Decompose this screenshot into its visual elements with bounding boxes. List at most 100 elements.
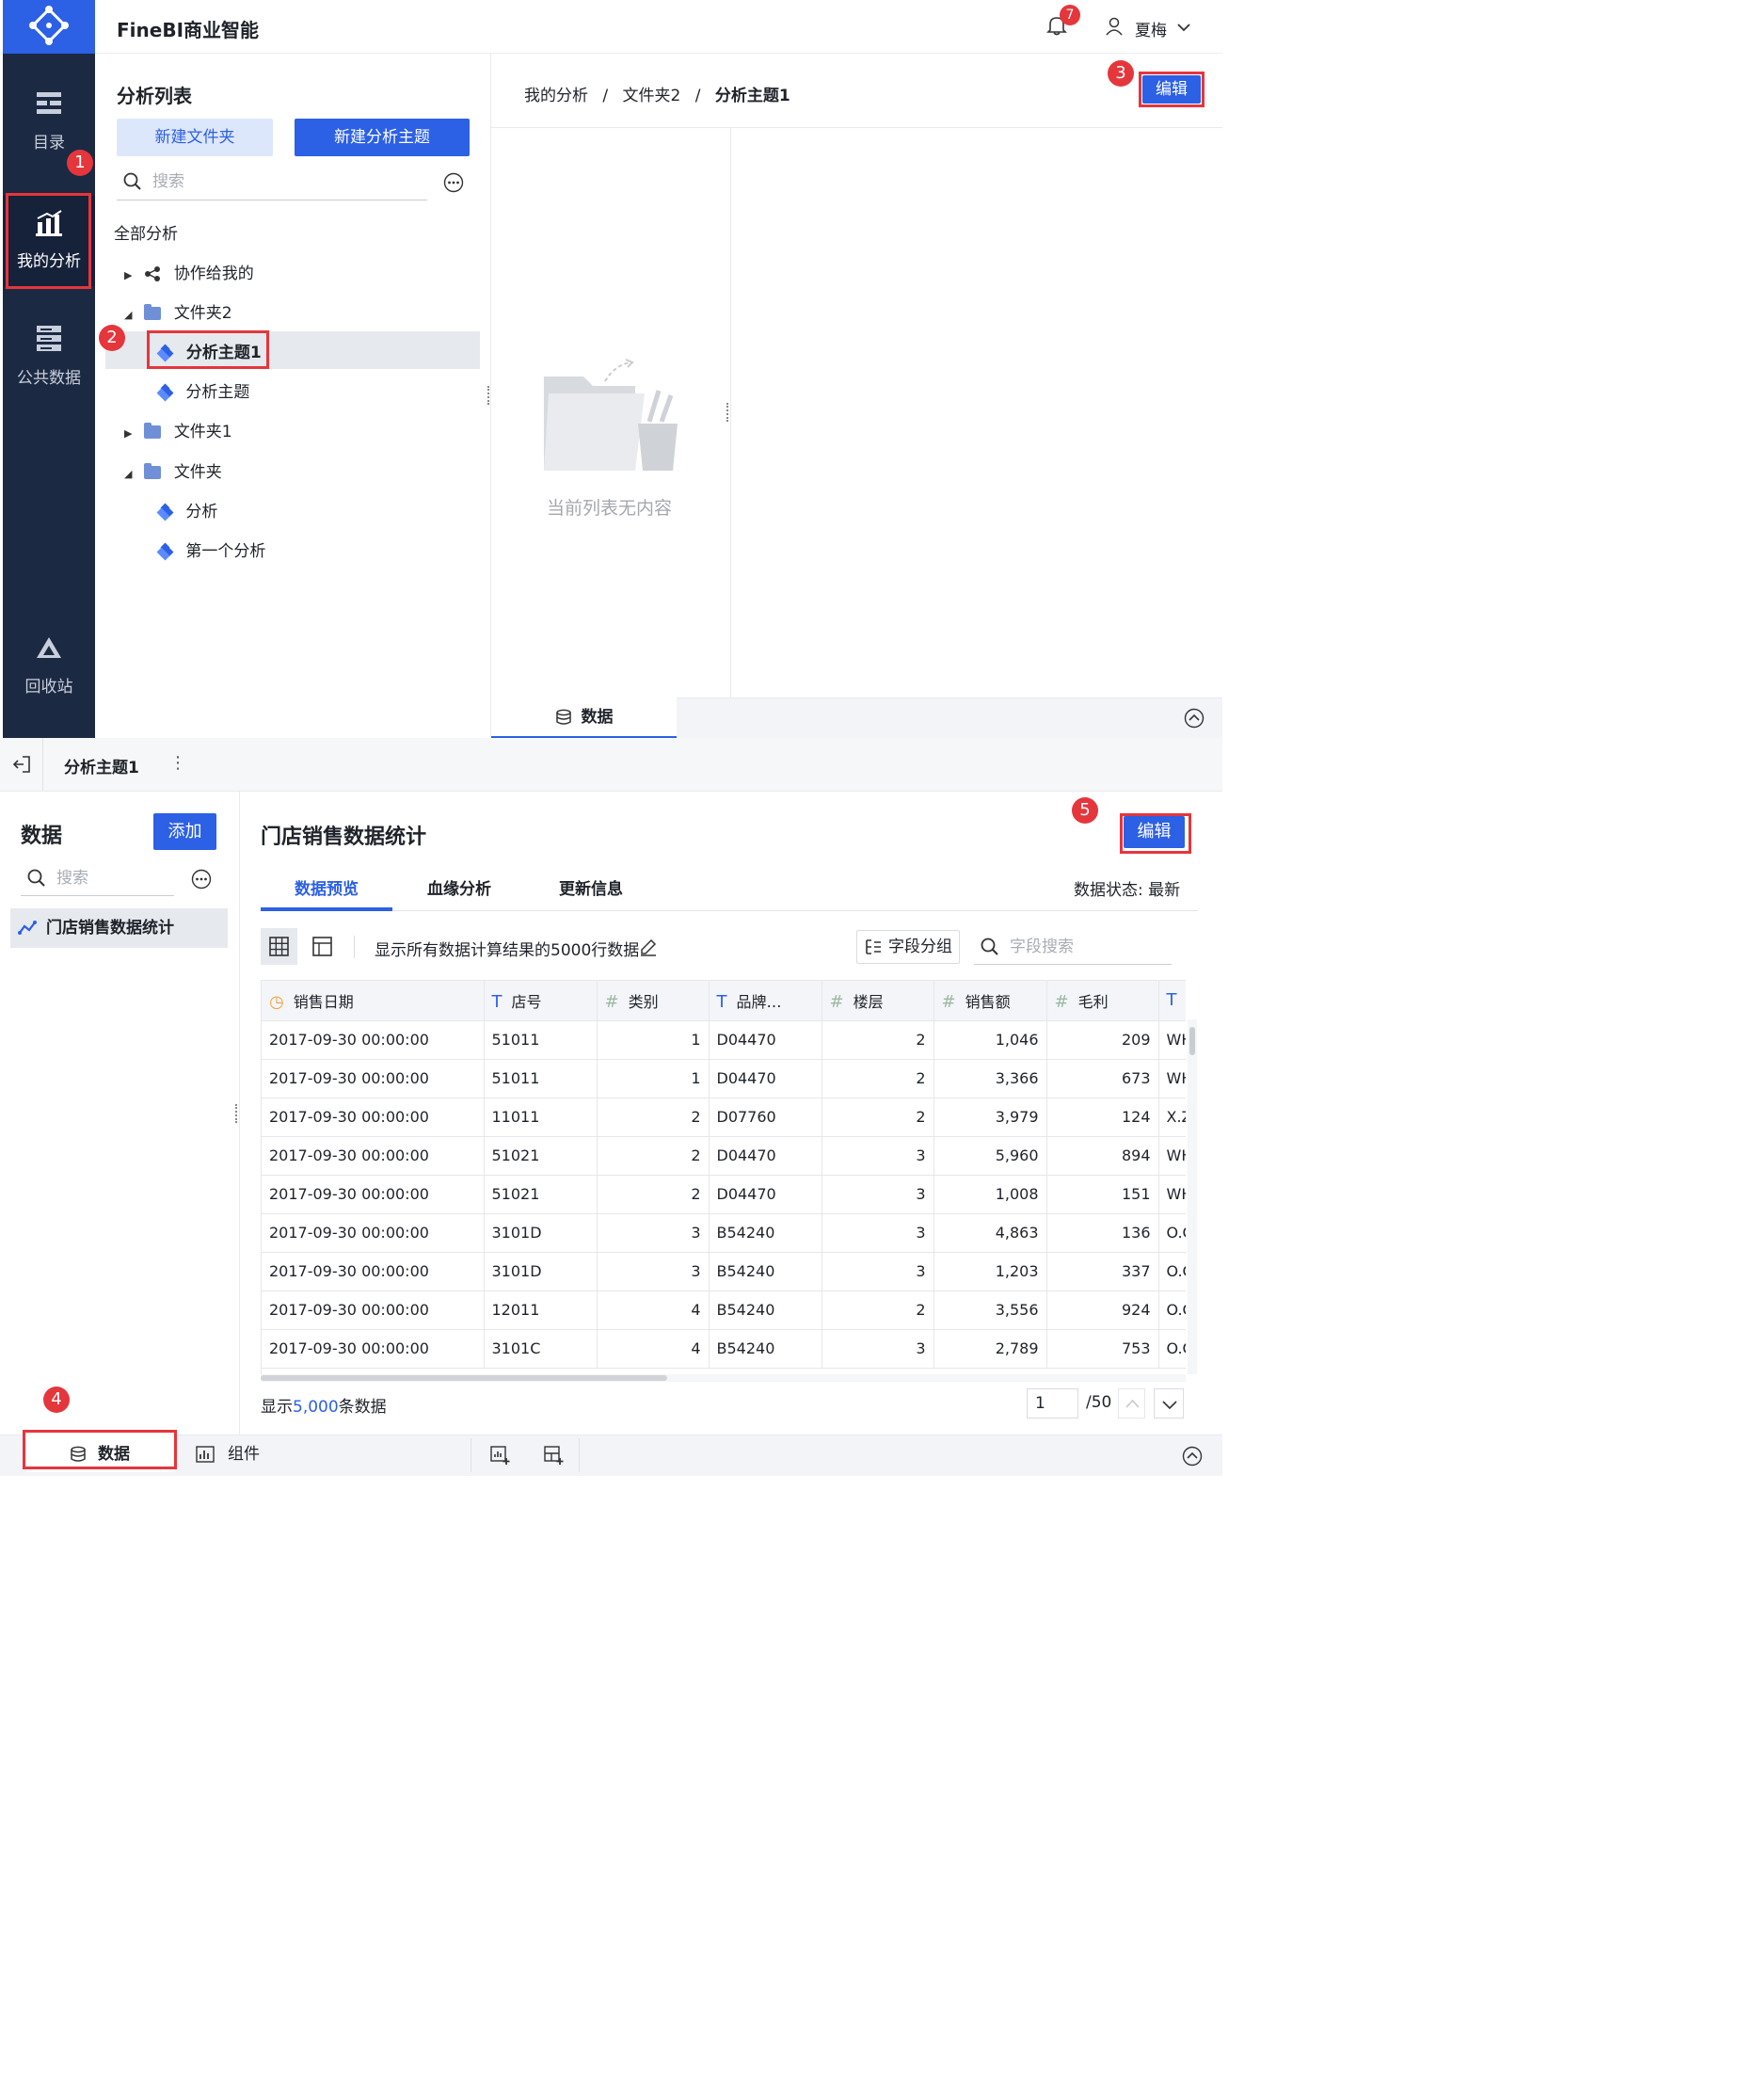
column-header[interactable]: T 店号: [484, 981, 598, 1021]
more-icon[interactable]: [443, 172, 464, 193]
callout-4: 4: [43, 1387, 70, 1413]
dataset-item[interactable]: 门店销售数据统计: [10, 908, 228, 948]
breadcrumb-item[interactable]: 文件夹2: [623, 87, 681, 105]
bottom-component-tab[interactable]: 组件: [184, 1435, 335, 1476]
back-icon[interactable]: [11, 755, 32, 774]
new-subject-button[interactable]: 新建分析主题: [295, 119, 470, 156]
scrollbar-thumb[interactable]: [1189, 1027, 1195, 1055]
table-cell: 1: [597, 1020, 710, 1060]
user-icon[interactable]: [1106, 17, 1123, 36]
add-component-icon[interactable]: [489, 1445, 510, 1466]
highlight-top-edit: [1139, 72, 1205, 107]
tab-lineage[interactable]: 血缘分析: [393, 875, 525, 911]
tree-item-folder2[interactable]: ◢ 文件夹2: [124, 299, 232, 323]
subject-more-icon[interactable]: ⋮: [169, 753, 186, 773]
table-cell: D04470: [709, 1059, 822, 1098]
tree-item-subject[interactable]: 分析主题: [156, 378, 249, 402]
main-title: 门店销售数据统计: [261, 826, 427, 849]
chevron-down-icon[interactable]: [1176, 19, 1191, 32]
table-header-row: ◷ 销售日期 T 店号 # 类别 T 品牌… # 楼层 # 销售额 # 毛利 T: [262, 981, 1186, 1021]
column-header[interactable]: T: [1158, 981, 1186, 1021]
column-header[interactable]: ◷ 销售日期: [262, 981, 485, 1021]
horizontal-scrollbar[interactable]: [261, 1374, 1186, 1382]
pencil-icon[interactable]: [639, 938, 658, 956]
table-cell: 51021: [484, 1136, 598, 1176]
table-cell: 2: [822, 1098, 934, 1137]
table-cell: D04470: [709, 1175, 822, 1214]
bottom-bar: [0, 1435, 1222, 1476]
tree-item-label: 第一个分析: [185, 542, 266, 561]
table-cell: WH: [1158, 1020, 1186, 1060]
more-icon[interactable]: [191, 869, 212, 890]
table-cell: D04470: [709, 1020, 822, 1060]
resize-handle[interactable]: [235, 1104, 241, 1123]
sidebar-item-label: 公共数据: [17, 369, 81, 388]
table-cell: 2: [597, 1098, 710, 1137]
resize-handle[interactable]: [726, 403, 732, 422]
field-group-label: 字段分组: [888, 938, 952, 956]
user-name[interactable]: 夏梅: [1135, 17, 1167, 40]
tree-item-label: 分析: [185, 503, 218, 521]
collapse-up-icon[interactable]: [1184, 708, 1205, 729]
number-type-icon: #: [1054, 991, 1069, 1012]
folder-icon: [144, 304, 162, 320]
grid-view-button[interactable]: [261, 928, 297, 965]
row-count-value: 5,000: [293, 1398, 339, 1417]
sidebar-item-recycle[interactable]: 回收站: [3, 629, 95, 704]
tree-item-folder1[interactable]: ▶ 文件夹1: [124, 418, 232, 441]
subject-bar-divider: [42, 738, 43, 791]
table-cell: O.C: [1158, 1252, 1186, 1291]
add-button[interactable]: 添加: [153, 813, 216, 850]
tree-item-folder[interactable]: ◢ 文件夹: [124, 458, 222, 482]
column-header[interactable]: # 毛利: [1046, 981, 1159, 1021]
bottom-bar-divider: [579, 1438, 580, 1472]
sidebar-item-catalog[interactable]: 目录: [3, 85, 95, 160]
table-cell: 3,556: [933, 1290, 1047, 1330]
tree-item-label: 协作给我的: [173, 265, 254, 283]
new-folder-button[interactable]: 新建文件夹: [117, 119, 273, 156]
table-row: 2017-09-30 00:00:00 11011 2 D07760 2 3,979 124…: [262, 1098, 1186, 1137]
table-cell: 3: [822, 1329, 934, 1369]
search-input[interactable]: 搜索: [117, 168, 427, 200]
data-info-text: 显示所有数据计算结果的5000行数据: [375, 941, 640, 960]
data-search-input[interactable]: 搜索: [21, 864, 174, 896]
sidebar-item-public-data[interactable]: 公共数据: [3, 318, 95, 393]
collapse-up-icon[interactable]: [1182, 1446, 1203, 1467]
field-search-input[interactable]: 字段搜索: [974, 931, 1172, 965]
column-header[interactable]: T 品牌…: [709, 981, 822, 1021]
tree-item-first-analysis[interactable]: 第一个分析: [156, 537, 266, 561]
app-title: FineBI商业智能: [117, 19, 260, 41]
table-body: 2017-09-30 00:00:00 51011 1 D04470 2 1,046 209…: [262, 1020, 1186, 1369]
page-prev-button[interactable]: [1118, 1388, 1145, 1419]
table-cell: 337: [1046, 1252, 1159, 1291]
table-cell: 3: [822, 1175, 934, 1214]
row-count: 显示5,000条数据: [261, 1393, 387, 1417]
text-type-icon: T: [1166, 990, 1177, 1011]
breadcrumb-item[interactable]: 我的分析: [524, 87, 588, 105]
vertical-scrollbar[interactable]: [1188, 1019, 1197, 1374]
public-data-icon: [37, 326, 61, 351]
page-input[interactable]: 1: [1027, 1388, 1078, 1419]
add-dashboard-icon[interactable]: [543, 1445, 564, 1466]
field-group-button[interactable]: 字段分组: [856, 930, 960, 964]
tree-item-shared[interactable]: ▶ 协作给我的: [124, 260, 254, 283]
tree-root[interactable]: 全部分析: [114, 220, 178, 244]
table-cell: 2017-09-30 00:00:00: [262, 1175, 485, 1214]
column-header-label: 毛利: [1077, 992, 1109, 1011]
tab-data-preview[interactable]: 数据预览: [261, 875, 392, 911]
table-cell: 924: [1046, 1290, 1159, 1330]
scrollbar-thumb[interactable]: [261, 1375, 667, 1381]
column-header[interactable]: # 楼层: [822, 981, 934, 1021]
top-data-tab[interactable]: 数据: [491, 697, 677, 738]
layout-view-button[interactable]: [304, 928, 341, 965]
data-panel-title: 数据: [21, 825, 63, 848]
column-header[interactable]: # 类别: [597, 981, 710, 1021]
column-header[interactable]: # 销售额: [933, 981, 1047, 1021]
page-next-button[interactable]: [1154, 1388, 1184, 1419]
highlight-edit-button: [1120, 813, 1191, 854]
tab-update-info[interactable]: 更新信息: [525, 875, 657, 911]
resize-handle[interactable]: [487, 386, 493, 405]
app-logo[interactable]: [3, 0, 95, 54]
grid-icon: [269, 937, 289, 956]
tree-item-analysis[interactable]: 分析: [156, 498, 218, 521]
